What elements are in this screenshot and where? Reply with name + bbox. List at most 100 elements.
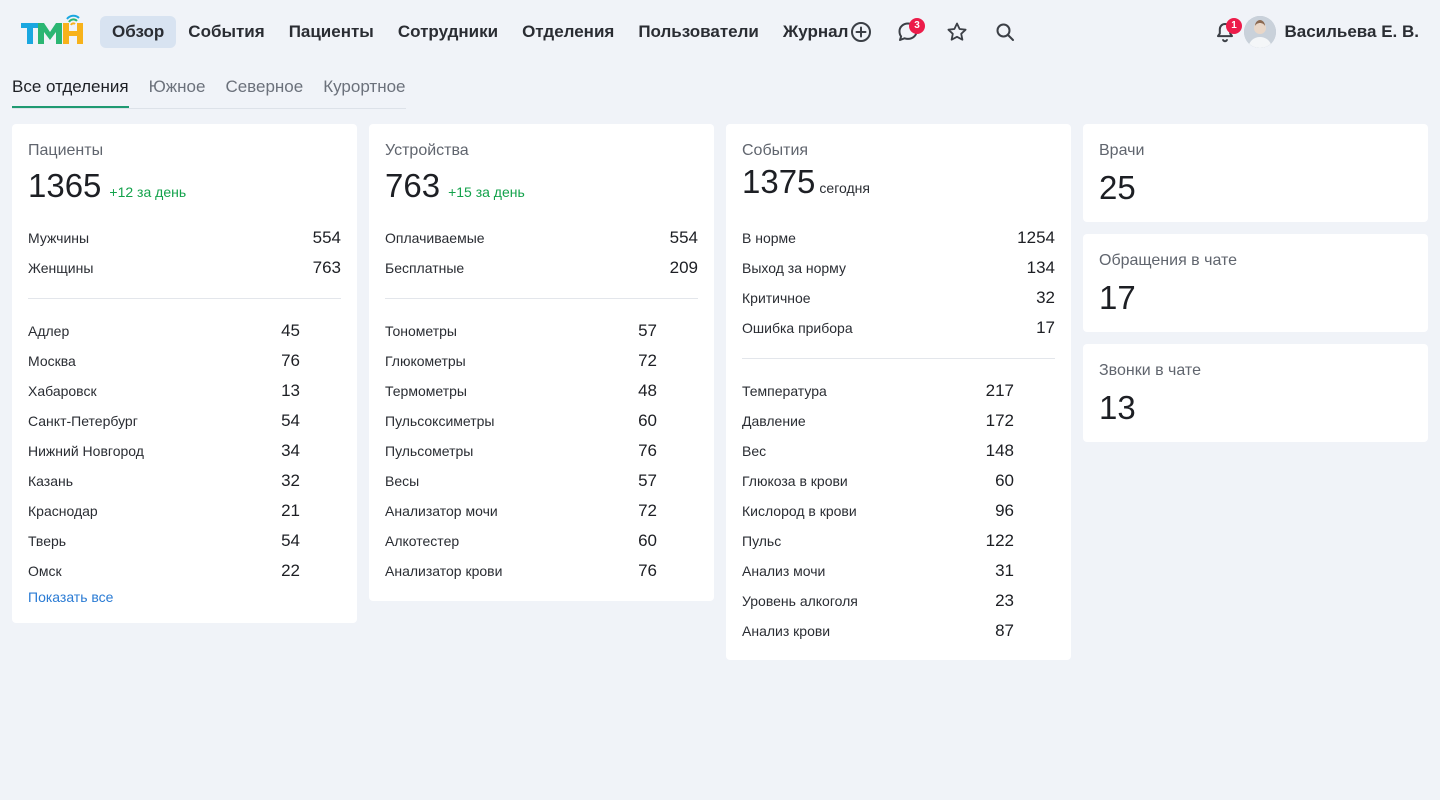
events-total: 1375 <box>742 163 816 200</box>
event-type-label: Анализ мочи <box>742 563 826 579</box>
nav-patients[interactable]: Пациенты <box>277 16 386 48</box>
card-title: Врачи <box>1099 142 1145 159</box>
nav-events[interactable]: События <box>176 16 276 48</box>
show-all-link[interactable]: Показать все <box>28 589 113 605</box>
status-label: В норме <box>742 230 796 246</box>
star-icon <box>947 22 967 41</box>
city-label: Нижний Новгород <box>28 443 144 459</box>
stat-label: Оплачиваемые <box>385 230 485 246</box>
tab-north[interactable]: Северное <box>225 74 303 108</box>
tab-south[interactable]: Южное <box>149 74 206 108</box>
status-label: Выход за норму <box>742 260 846 276</box>
event-type-value: 148 <box>985 441 1014 460</box>
stat-value: 554 <box>669 228 698 247</box>
notifications-button[interactable]: 1 <box>1209 16 1242 48</box>
event-type-value: 172 <box>985 411 1014 430</box>
event-type-label: Анализ крови <box>742 623 831 639</box>
devices-total-block: 763 +15 за день <box>385 169 525 202</box>
device-label: Алкотестер <box>385 533 460 549</box>
plus-circle-icon <box>851 22 871 42</box>
status-value: 1254 <box>1017 228 1055 247</box>
city-label: Санкт-Петербург <box>28 413 138 429</box>
nav-users[interactable]: Пользователи <box>626 16 771 48</box>
tab-resort[interactable]: Курортное <box>323 74 405 108</box>
city-label: Казань <box>28 473 74 489</box>
status-label: Критичное <box>742 290 811 306</box>
city-value: 34 <box>281 441 300 460</box>
event-type-value: 31 <box>995 561 1014 580</box>
card-title: Пациенты <box>28 142 104 159</box>
chat-requests-card: Обращения в чате 17 <box>1083 234 1428 332</box>
device-value: 60 <box>638 531 657 550</box>
card-title: Звонки в чате <box>1099 362 1201 379</box>
add-button[interactable] <box>845 16 877 48</box>
city-value: 45 <box>281 321 300 340</box>
city-label: Москва <box>28 353 76 369</box>
city-value: 54 <box>281 411 300 430</box>
messages-badge: 3 <box>909 18 925 34</box>
stat-value: 763 <box>312 258 341 277</box>
device-label: Тонометры <box>385 323 457 339</box>
device-label: Пульсоксиметры <box>385 413 495 429</box>
app-logo[interactable] <box>19 13 85 47</box>
city-label: Хабаровск <box>28 383 97 399</box>
event-type-label: Уровень алкоголя <box>742 593 858 609</box>
nav-overview[interactable]: Обзор <box>100 16 177 48</box>
status-value: 17 <box>1036 318 1055 337</box>
messages-button[interactable]: 3 <box>892 16 925 48</box>
patients-card: Пациенты 1365 +12 за день Мужчины 554 Же… <box>12 124 357 623</box>
events-total-block: 1375 сегодня <box>742 165 870 198</box>
devices-card: Устройства 763 +15 за день Оплачиваемые … <box>369 124 714 601</box>
nav-staff[interactable]: Сотрудники <box>386 16 510 48</box>
device-value: 76 <box>638 561 657 580</box>
search-icon <box>996 23 1014 41</box>
event-type-value: 60 <box>995 471 1014 490</box>
card-title: Устройства <box>385 142 469 159</box>
user-name: Васильева Е. В. <box>1284 22 1419 41</box>
city-value: 76 <box>281 351 300 370</box>
event-type-value: 217 <box>985 381 1014 400</box>
city-label: Краснодар <box>28 503 98 519</box>
tab-all-departments[interactable]: Все отделения <box>12 74 129 108</box>
chat-calls-card: Звонки в чате 13 <box>1083 344 1428 442</box>
stat-label: Женщины <box>28 260 94 276</box>
devices-total: 763 <box>385 167 441 204</box>
stat-label: Бесплатные <box>385 260 465 276</box>
city-label: Тверь <box>28 533 67 549</box>
event-type-label: Глюкоза в крови <box>742 473 848 489</box>
patients-total: 1365 <box>28 167 102 204</box>
user-menu[interactable]: Васильева Е. В. <box>1244 16 1419 48</box>
doctors-card: Врачи 25 <box>1083 124 1428 222</box>
search-button[interactable] <box>989 16 1021 48</box>
city-label: Адлер <box>28 323 70 339</box>
stat-label: Мужчины <box>28 230 90 246</box>
main-nav: Обзор События Пациенты Сотрудники Отделе… <box>100 16 860 48</box>
device-value: 57 <box>638 321 657 340</box>
city-value: 13 <box>281 381 300 400</box>
city-value: 21 <box>281 501 300 520</box>
device-label: Весы <box>385 473 420 489</box>
device-label: Термометры <box>385 383 467 399</box>
notifications-badge: 1 <box>1226 18 1242 34</box>
device-label: Глюкометры <box>385 353 466 369</box>
events-suffix: сегодня <box>819 180 870 196</box>
device-value: 57 <box>638 471 657 490</box>
event-type-label: Пульс <box>742 533 782 549</box>
chat-calls-count: 13 <box>1099 389 1136 426</box>
avatar <box>1244 16 1277 48</box>
patients-delta: +12 за день <box>109 184 187 200</box>
status-label: Ошибка прибора <box>742 320 853 336</box>
stat-value: 209 <box>669 258 698 277</box>
event-type-value: 96 <box>995 501 1014 520</box>
city-value: 32 <box>281 471 300 490</box>
city-label: Омск <box>28 563 62 579</box>
device-label: Анализатор мочи <box>385 503 498 519</box>
nav-departments[interactable]: Отделения <box>510 16 626 48</box>
divider <box>742 358 1055 359</box>
events-card: События 1375 сегодня В норме 1254 Выход … <box>726 124 1071 660</box>
card-title: Обращения в чате <box>1099 252 1238 269</box>
doctors-count: 25 <box>1099 169 1136 206</box>
event-type-label: Давление <box>742 413 806 429</box>
favorites-button[interactable] <box>941 16 973 48</box>
card-title: События <box>742 142 809 159</box>
